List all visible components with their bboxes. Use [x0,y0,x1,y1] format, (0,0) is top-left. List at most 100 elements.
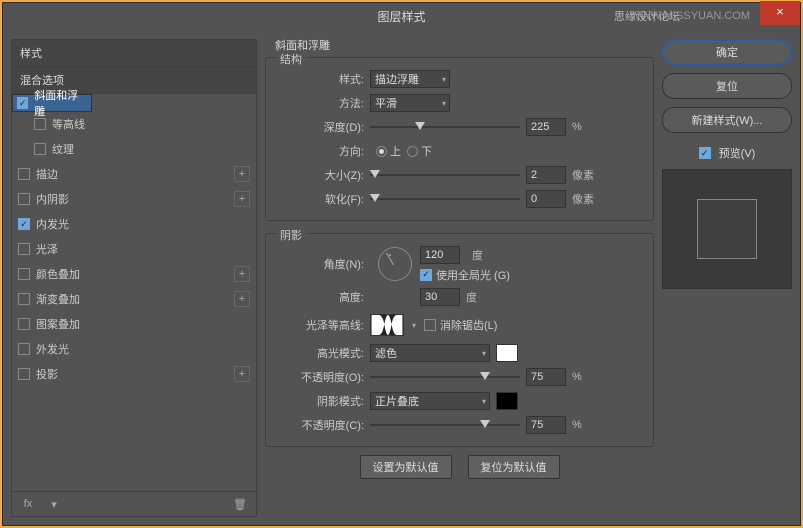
highlight-opacity-slider[interactable] [370,370,520,384]
altitude-label: 高度: [274,289,370,305]
opacity-unit-2: % [572,419,582,431]
altitude-unit: 度 [466,289,477,305]
style-checkbox[interactable] [18,168,30,180]
chevron-down-icon[interactable]: ▾ [46,496,62,512]
angle-dial[interactable] [378,247,412,281]
direction-down-radio[interactable] [407,146,418,157]
size-slider[interactable] [370,168,520,182]
style-item-label: 描边 [36,166,58,182]
gloss-contour-picker[interactable] [370,314,404,336]
angle-input[interactable]: 120 [420,246,460,264]
shadow-mode-label: 阴影模式: [274,393,370,409]
panel-title: 斜面和浮雕 [275,37,664,53]
style-item-7[interactable]: 颜色叠加 + [12,262,256,287]
style-checkbox[interactable] [34,143,46,155]
preview-label: 预览(V) [719,145,756,161]
titlebar: 图层样式 思缘设计论坛 WWW.MISSYUAN.COM × [3,3,800,29]
style-item-5[interactable]: 内发光 [12,212,256,237]
angle-label: 角度(N): [274,256,370,272]
settings-panel: 斜面和浮雕 结构 样式: 描边浮雕▾ 方法: 平滑▾ 深度(D): 225 % [265,39,654,517]
reset-default-button[interactable]: 复位为默认值 [468,455,560,479]
style-item-label: 投影 [36,366,58,382]
style-item-6[interactable]: 光泽 [12,237,256,262]
soften-input[interactable]: 0 [526,190,566,208]
anti-alias-checkbox[interactable] [424,319,436,331]
fx-icon[interactable]: fx [20,496,36,512]
shadow-opacity-input[interactable]: 75 [526,416,566,434]
style-item-label: 渐变叠加 [36,291,80,307]
highlight-mode-select[interactable]: 滤色▾ [370,344,490,362]
depth-label: 深度(D): [274,119,370,135]
style-item-9[interactable]: 图案叠加 [12,312,256,337]
trash-icon[interactable]: 🗑 [232,496,248,512]
style-select[interactable]: 描边浮雕▾ [370,70,450,88]
highlight-mode-label: 高光模式: [274,345,370,361]
style-checkbox[interactable] [18,218,30,230]
angle-unit: 度 [472,247,483,263]
altitude-input[interactable]: 30 [420,288,460,306]
style-item-0[interactable]: 斜面和浮雕 [12,94,92,112]
style-label: 样式: [274,71,370,87]
style-item-2[interactable]: 纹理 [12,137,256,162]
style-item-10[interactable]: 外发光 [12,337,256,362]
style-item-label: 颜色叠加 [36,266,80,282]
style-item-3[interactable]: 描边 + [12,162,256,187]
plus-icon[interactable]: + [234,266,250,282]
shading-title: 阴影 [276,227,306,243]
highlight-color-swatch[interactable] [496,344,518,362]
highlight-opacity-label: 不透明度(O): [274,369,370,385]
soften-label: 软化(F): [274,191,370,207]
style-list: 斜面和浮雕等高线纹理描边 + 内阴影 + 内发光光泽颜色叠加 + 渐变叠加 + 图案叠加外发光投… [12,94,256,491]
soften-slider[interactable] [370,192,520,206]
depth-slider[interactable] [370,120,520,134]
shadow-mode-select[interactable]: 正片叠底▾ [370,392,490,410]
style-checkbox[interactable] [18,243,30,255]
style-checkbox[interactable] [34,118,46,130]
new-style-button[interactable]: 新建样式(W)... [662,107,792,133]
gloss-contour-label: 光泽等高线: [274,317,370,333]
right-panel: 确定 复位 新建样式(W)... 预览(V) [662,39,792,517]
opacity-unit: % [572,371,582,383]
structure-group: 结构 样式: 描边浮雕▾ 方法: 平滑▾ 深度(D): 225 % 方向: [265,57,654,221]
technique-label: 方法: [274,95,370,111]
plus-icon[interactable]: + [234,291,250,307]
ok-button[interactable]: 确定 [662,39,792,65]
anti-alias-label: 消除锯齿(L) [440,317,497,333]
global-light-label: 使用全局光 (G) [436,267,510,283]
style-item-label: 等高线 [52,116,85,132]
size-input[interactable]: 2 [526,166,566,184]
depth-unit: % [572,121,582,133]
shadow-color-swatch[interactable] [496,392,518,410]
style-checkbox[interactable] [18,268,30,280]
direction-label: 方向: [274,143,370,159]
structure-title: 结构 [276,51,306,67]
style-checkbox[interactable] [17,97,28,109]
style-item-8[interactable]: 渐变叠加 + [12,287,256,312]
plus-icon[interactable]: + [234,191,250,207]
direction-up-radio[interactable] [376,146,387,157]
style-item-label: 外发光 [36,341,69,357]
global-light-checkbox[interactable] [420,269,432,281]
technique-select[interactable]: 平滑▾ [370,94,450,112]
style-item-11[interactable]: 投影 + [12,362,256,387]
style-checkbox[interactable] [18,318,30,330]
plus-icon[interactable]: + [234,166,250,182]
depth-input[interactable]: 225 [526,118,566,136]
style-checkbox[interactable] [18,343,30,355]
style-item-label: 内阴影 [36,191,69,207]
style-checkbox[interactable] [18,193,30,205]
style-checkbox[interactable] [18,293,30,305]
preview-checkbox[interactable] [699,147,711,159]
shadow-opacity-slider[interactable] [370,418,520,432]
style-checkbox[interactable] [18,368,30,380]
styles-panel: 样式 混合选项 斜面和浮雕等高线纹理描边+内阴影+内发光光泽颜色叠加+渐变叠加+… [11,39,257,517]
style-item-label: 图案叠加 [36,316,80,332]
highlight-opacity-input[interactable]: 75 [526,368,566,386]
style-item-label: 光泽 [36,241,58,257]
make-default-button[interactable]: 设置为默认值 [360,455,452,479]
style-item-4[interactable]: 内阴影 + [12,187,256,212]
close-button[interactable]: × [760,1,800,25]
styles-header[interactable]: 样式 [12,40,256,67]
plus-icon[interactable]: + [234,366,250,382]
cancel-button[interactable]: 复位 [662,73,792,99]
